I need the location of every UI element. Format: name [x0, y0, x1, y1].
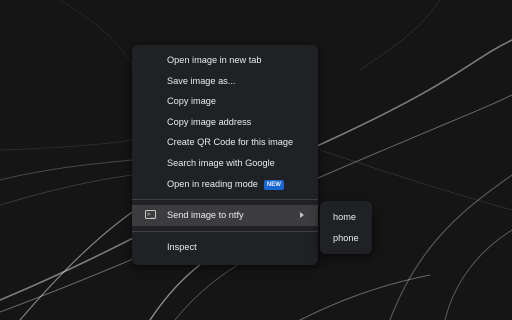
- menu-item-search-image-google[interactable]: Search image with Google: [132, 153, 318, 174]
- menu-separator: [132, 199, 318, 201]
- menu-item-save-image-as[interactable]: Save image as...: [132, 71, 318, 92]
- chevron-right-icon: [300, 212, 304, 219]
- menu-separator: [132, 230, 318, 232]
- new-badge: NEW: [263, 179, 284, 190]
- menu-item-label: Copy image: [167, 96, 217, 107]
- menu-item-copy-image[interactable]: Copy image: [132, 91, 318, 112]
- submenu-item-label: home: [333, 212, 356, 222]
- image-context-menu: Open image in new tab Save image as... C…: [132, 45, 318, 265]
- menu-item-send-image-to-ntfy[interactable]: >_ Send image to ntfy: [132, 205, 318, 226]
- terminal-icon: >_: [145, 210, 156, 220]
- menu-item-label: Create QR Code for this image: [167, 137, 294, 148]
- submenu-item-label: phone: [333, 232, 359, 243]
- menu-item-label: Copy image address: [167, 116, 252, 127]
- submenu-item-home[interactable]: home: [320, 207, 372, 228]
- menu-item-label: Inspect: [167, 241, 197, 252]
- menu-item-label: Send image to ntfy: [167, 210, 244, 221]
- menu-item-open-reading-mode[interactable]: Open in reading mode NEW: [132, 174, 318, 195]
- menu-item-label: Open image in new tab: [167, 55, 262, 65]
- ntfy-submenu: home phone: [320, 201, 372, 254]
- menu-item-label: Open in reading mode: [167, 178, 258, 189]
- menu-item-open-image-new-tab[interactable]: Open image in new tab: [132, 50, 318, 71]
- menu-item-label: Search image with Google: [167, 157, 275, 168]
- submenu-item-phone[interactable]: phone: [320, 228, 372, 249]
- menu-item-copy-image-address[interactable]: Copy image address: [132, 112, 318, 133]
- menu-item-label: Save image as...: [167, 75, 236, 86]
- menu-item-inspect[interactable]: Inspect: [132, 237, 318, 258]
- menu-item-create-qr-code[interactable]: Create QR Code for this image: [132, 132, 318, 153]
